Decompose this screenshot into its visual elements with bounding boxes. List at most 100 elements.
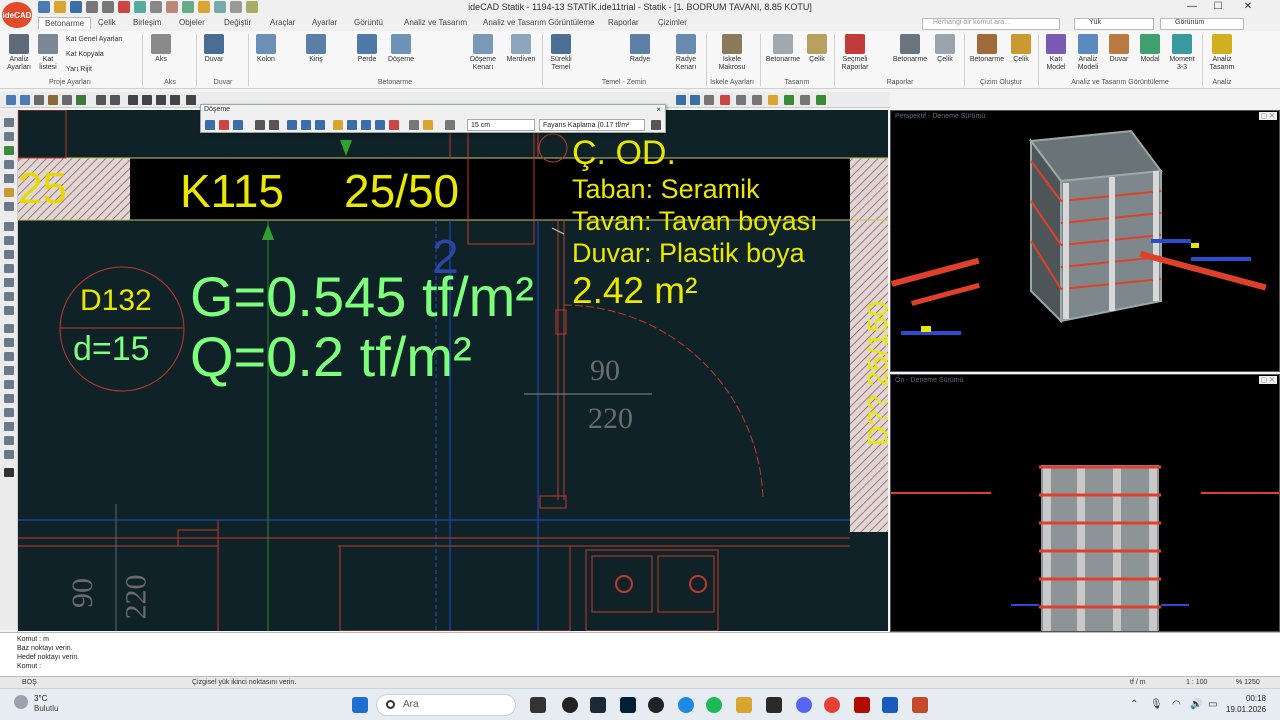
tab-celik[interactable]: Çelik <box>98 18 116 27</box>
close-button[interactable]: ✕ <box>1236 1 1260 12</box>
zoom-out-icon[interactable] <box>20 95 30 105</box>
ribbon-button-analiz-ayarlari[interactable]: Analiz Ayarları <box>4 34 34 72</box>
slab-auto-icon[interactable] <box>219 120 229 130</box>
ribbon-button-analiz-modeli[interactable]: Analiz Modeli <box>1072 34 1104 72</box>
layer-icon[interactable] <box>134 1 146 13</box>
ribbon-button-aks[interactable]: Aks <box>148 34 174 64</box>
ribbon-button-doseme-kenari[interactable]: Döşeme Kenarı <box>466 34 500 72</box>
zoom-in-icon[interactable] <box>6 95 16 105</box>
tracking-icon[interactable] <box>784 95 794 105</box>
ribbon-button-radye[interactable]: Radye <box>626 34 654 64</box>
tool-hatch-icon[interactable] <box>4 222 14 231</box>
tool-array-icon[interactable] <box>4 422 14 431</box>
app-logo[interactable]: ideCAD <box>2 2 32 28</box>
slab-load-combo[interactable]: Fayans Kaplama (0.17 tf/m² <box>539 119 645 131</box>
weather-icon[interactable] <box>14 695 28 709</box>
slab-thickness-combo[interactable]: 15 cm <box>467 119 535 131</box>
tab-ayarlar[interactable]: Ayarlar <box>312 18 337 27</box>
edge-icon[interactable] <box>678 697 694 713</box>
tool-offset-icon[interactable] <box>4 380 14 389</box>
task-view-icon[interactable] <box>530 697 546 713</box>
tool-erase-icon[interactable] <box>4 366 14 375</box>
ribbon-button-moment[interactable]: Moment 3-3 <box>1166 34 1198 72</box>
mirror-icon[interactable] <box>156 95 166 105</box>
tab-araclar[interactable]: Araçlar <box>270 18 295 27</box>
rotate-icon[interactable] <box>170 95 180 105</box>
open-icon[interactable] <box>54 1 66 13</box>
status-unit[interactable]: tf / m <box>1130 679 1146 686</box>
ribbon-button-duvar-goruntu[interactable]: Duvar <box>1106 34 1132 64</box>
tool-chamfer-icon[interactable] <box>4 408 14 417</box>
ribbon-button-rapor-celik[interactable]: Çelik <box>932 34 958 64</box>
explorer-icon[interactable] <box>736 697 752 713</box>
tool-insert-icon[interactable] <box>4 292 14 301</box>
ribbon-button-kolon[interactable]: Kolon <box>252 34 280 64</box>
tab-goruntu[interactable]: Görüntü <box>354 18 383 27</box>
tool-match-icon[interactable] <box>4 352 14 361</box>
ribbon-button-cizim-celik[interactable]: Çelik <box>1008 34 1034 64</box>
slab-waffle-icon[interactable] <box>315 120 325 130</box>
dimension-icon[interactable] <box>800 95 810 105</box>
tool-scale-icon[interactable] <box>4 436 14 445</box>
kat-genel-ayarlari-button[interactable]: Kat Genel Ayarları <box>66 36 123 43</box>
tool-rect-icon[interactable] <box>4 160 14 169</box>
idecad-icon[interactable] <box>912 697 928 713</box>
camera-icon[interactable] <box>230 1 242 13</box>
measure-icon[interactable] <box>150 1 162 13</box>
terminal-icon[interactable] <box>766 697 782 713</box>
slab-hole-icon[interactable] <box>255 120 265 130</box>
tool-attribute-icon[interactable] <box>4 306 14 315</box>
grid-toggle-icon[interactable] <box>736 95 746 105</box>
slab-edit-icon[interactable] <box>409 120 419 130</box>
view-combo[interactable]: Görünüm <box>1160 18 1244 30</box>
render-icon[interactable] <box>690 95 700 105</box>
status-zoom[interactable]: % 1250 <box>1236 679 1260 686</box>
ribbon-button-merdiven[interactable]: Merdiven <box>504 34 538 64</box>
tool-circle-icon[interactable] <box>4 174 14 183</box>
ribbon-button-rapor-betonarme[interactable]: Betonarme <box>890 34 930 64</box>
clock-date[interactable]: 19.01.2026 <box>1226 705 1266 714</box>
acrobat-icon[interactable] <box>854 697 870 713</box>
maximize-button[interactable]: ☐ <box>1206 1 1230 12</box>
clock-time[interactable]: 00:18 <box>1226 694 1266 703</box>
grid-icon[interactable] <box>214 1 226 13</box>
wifi-icon[interactable]: ◠ <box>1172 699 1181 710</box>
ribbon-button-iskele-makrosu[interactable]: İskele Makrosu <box>710 34 754 72</box>
command-search-input[interactable]: Herhangi bir komut ara... <box>922 18 1060 30</box>
pen-icon[interactable] <box>48 95 58 105</box>
select-icon[interactable] <box>96 95 106 105</box>
slab-highlight-icon[interactable] <box>423 120 433 130</box>
tab-analiz-goruntuleme[interactable]: Analiz ve Tasarım Görüntüleme <box>483 18 594 27</box>
zoom-window-icon[interactable] <box>34 95 44 105</box>
tab-degistir[interactable]: Değiştir <box>224 18 251 27</box>
command-window[interactable]: Komut : m Baz noktayı verin. Hedef nokta… <box>0 632 1280 676</box>
slab-grid-icon[interactable] <box>347 120 357 130</box>
word-icon[interactable] <box>882 697 898 713</box>
settings-icon[interactable] <box>166 1 178 13</box>
tool-text-icon[interactable] <box>4 202 14 211</box>
slab-angle-icon[interactable] <box>445 120 455 130</box>
save-icon[interactable] <box>70 1 82 13</box>
polar-icon[interactable] <box>752 95 762 105</box>
redo-icon[interactable] <box>102 1 114 13</box>
tab-raporlar[interactable]: Raporlar <box>608 18 639 27</box>
tool-properties-icon[interactable] <box>4 338 14 347</box>
view-3d-icon[interactable] <box>676 95 686 105</box>
tool-polyline-icon[interactable] <box>4 146 14 155</box>
mic-icon[interactable]: 🎙 <box>1150 699 1163 710</box>
copy-move-icon[interactable] <box>142 95 152 105</box>
ribbon-button-kati-model[interactable]: Katı Model <box>1042 34 1070 72</box>
ribbon-button-radye-kenari[interactable]: Radye Kenarı <box>670 34 702 72</box>
slab-ribbed-icon[interactable] <box>287 120 297 130</box>
slab-joist-icon[interactable] <box>301 120 311 130</box>
tab-cizimler[interactable]: Çizimler <box>658 18 687 27</box>
osnap-icon[interactable] <box>768 95 778 105</box>
perspective-view[interactable]: Perspektif - Deneme Sürümü ▢ ✕ <box>890 110 1280 372</box>
github-icon[interactable] <box>648 697 664 713</box>
spotify-icon[interactable] <box>706 697 722 713</box>
slab-matrix-icon[interactable] <box>375 120 385 130</box>
discord-icon[interactable] <box>796 697 812 713</box>
tab-objeler[interactable]: Objeler <box>179 18 205 27</box>
taskbar-search[interactable]: Ara <box>376 694 516 716</box>
ribbon-button-cizim-betonarme[interactable]: Betonarme <box>968 34 1006 64</box>
